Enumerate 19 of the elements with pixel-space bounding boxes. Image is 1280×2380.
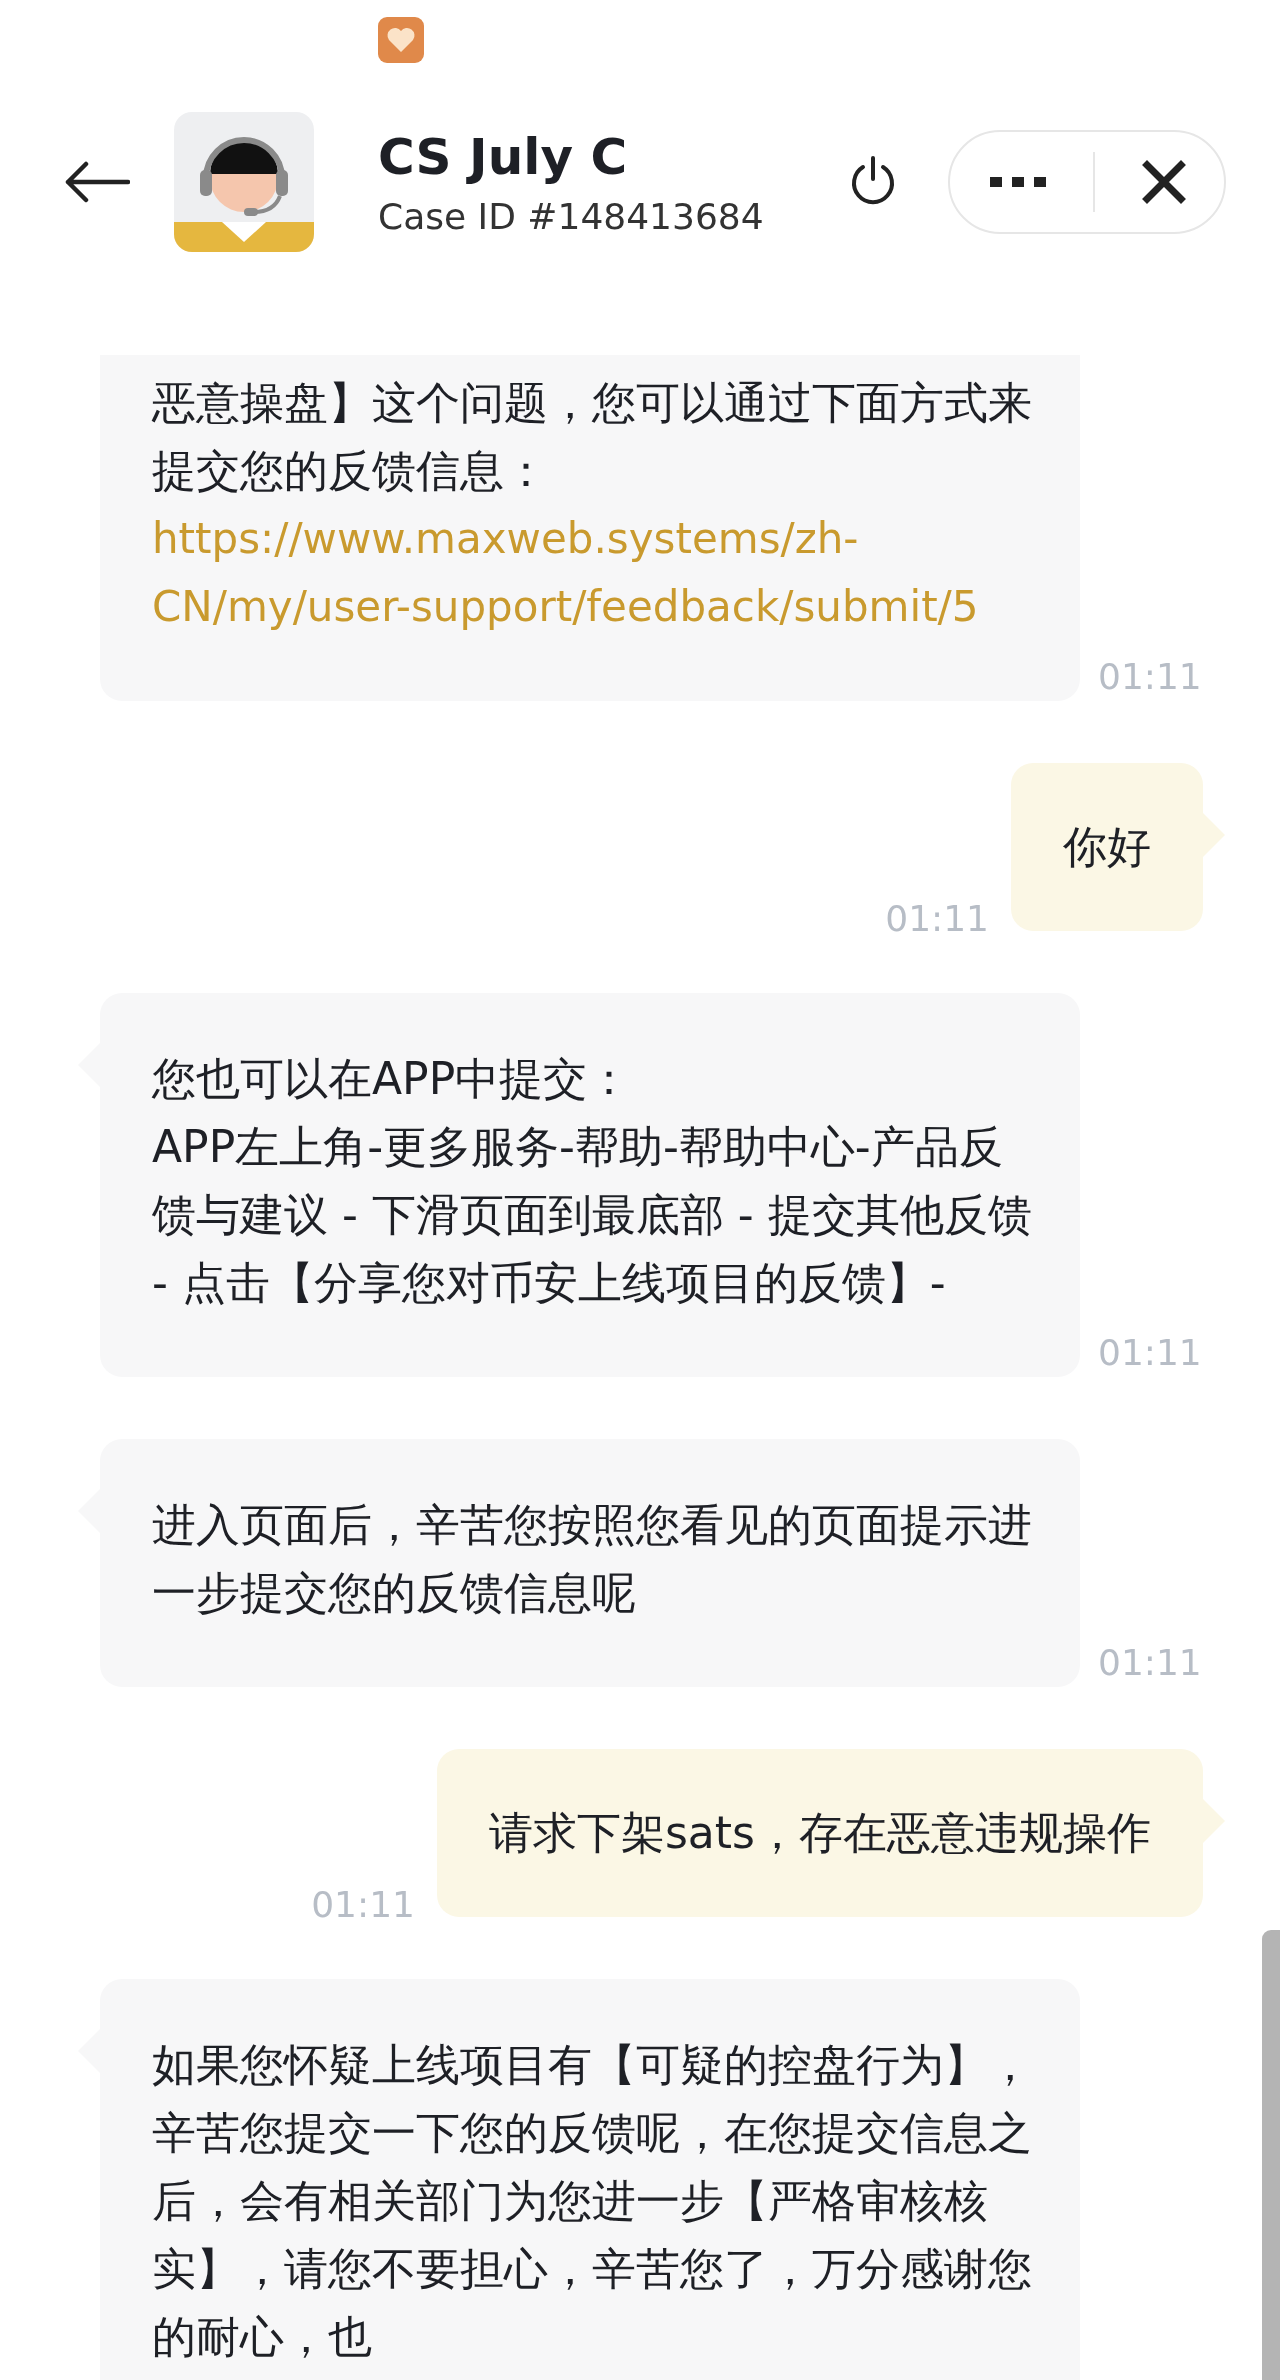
- message-text: 您也可以在APP中提交： APP左上角-更多服务-帮助-帮助中心-产品反馈与建议 - 下滑页面到最底部 - 提交其他反馈 - 点击【分享您对币安上线项目的反馈】-: [152, 1052, 1033, 1310]
- message-time: 01:11: [1098, 1642, 1202, 1685]
- message-text: 如果您怀疑上线项目有【可疑的控盘行为】，辛苦您提交一下您的反馈呢，在您提交信息之后，会有相关部门为您进一步【严格审核核实】，请您不要担心，辛苦您了，万分感谢您的耐心，也: [152, 2038, 1033, 2364]
- message-text: 请求下架sats，存在恶意违规操作: [488, 1806, 1151, 1860]
- message-time: 01:11: [1098, 1332, 1202, 1375]
- message-text: 进入页面后，辛苦您按照您看见的页面提示进一步提交您的反馈信息呢: [152, 1498, 1033, 1620]
- feedback-link[interactable]: https://www.maxweb.systems/zh-CN/my/user-support/feedback/submit/5: [152, 505, 1044, 641]
- more-icon[interactable]: [990, 175, 1046, 189]
- back-arrow-icon[interactable]: [64, 160, 130, 204]
- message-text: 恶意操盘】这个问题，您可以通过下面方式来提交您的反馈信息：: [152, 376, 1033, 498]
- chat-title: CS July C: [378, 127, 629, 186]
- message-text: 你好: [1063, 820, 1151, 874]
- message-time: 01:11: [1098, 656, 1202, 699]
- message-time: 01:11: [311, 1884, 415, 1927]
- close-icon[interactable]: [1142, 160, 1186, 204]
- heart-app-icon: [378, 17, 424, 63]
- scrollbar[interactable]: [1262, 1930, 1280, 2380]
- message-time: 01:11: [885, 898, 989, 941]
- case-id: Case ID #148413684: [378, 195, 765, 237]
